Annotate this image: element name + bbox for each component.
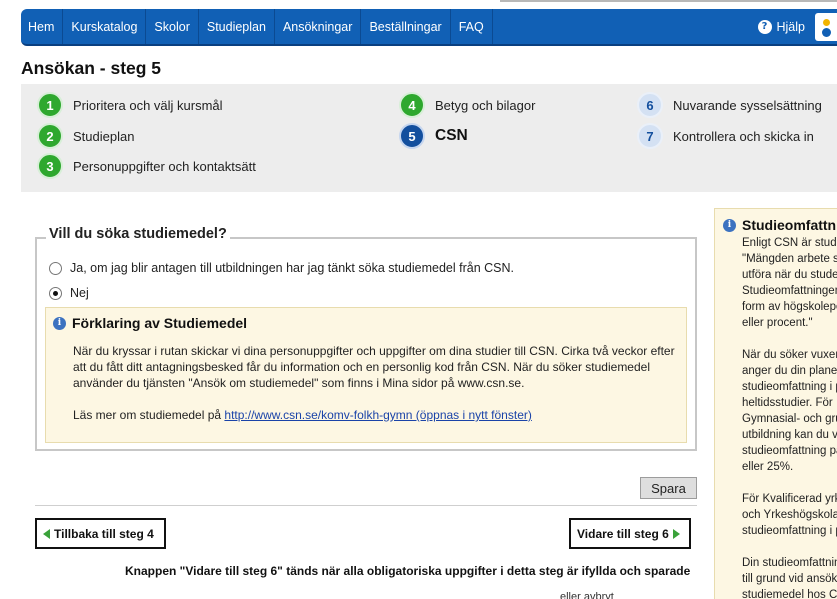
arrow-right-icon [672, 528, 680, 539]
read-more-prefix: Läs mer om studiemedel på [73, 408, 225, 422]
step-number: 6 [637, 92, 663, 118]
logo-icon [815, 13, 837, 41]
step-label: CSN [435, 127, 468, 144]
step-label: Kontrollera och skicka in [673, 128, 814, 144]
explanation-box: i Förklaring av Studiemedel När du kryss… [45, 307, 687, 443]
side-line: eller 25%. [742, 461, 794, 473]
side-line: utföra när du studerar. [742, 269, 837, 281]
back-button[interactable]: Tillbaka till steg 4 [35, 518, 166, 549]
step-6: 6 Nuvarande sysselsättning [637, 92, 822, 118]
cancel-link[interactable]: eller avbryt [560, 591, 614, 599]
side-line: studiemedel hos CSN. [742, 589, 837, 599]
top-border-line [500, 0, 837, 2]
side-line: utbildning kan du välja [742, 429, 837, 441]
fieldset-legend: Vill du söka studiemedel? [46, 226, 230, 242]
side-line: Din studieomfattning ligger [742, 557, 837, 569]
step-4: 4 Betyg och bilagor [399, 92, 535, 118]
step-number: 4 [399, 92, 425, 118]
step-number: 7 [637, 123, 663, 149]
step-indicator: 1 Prioritera och välj kursmål 2 Studiepl… [21, 84, 837, 192]
nav-applications[interactable]: Ansökningar [275, 9, 362, 44]
side-panel-text: Enligt CSN är studieomfattning "Mängden … [742, 235, 837, 599]
option-yes-label: Ja, om jag blir antagen till utbildninge… [70, 261, 515, 275]
option-no[interactable]: Nej [49, 286, 89, 300]
nav-course-catalog[interactable]: Kurskatalog [63, 9, 147, 44]
info-icon: i [723, 218, 736, 232]
side-line: till grund vid ansökan om [742, 573, 837, 585]
step-7: 7 Kontrollera och skicka in [637, 123, 814, 149]
side-line: Gymnasial- och grundläggande [742, 413, 837, 425]
arrow-left-icon [43, 528, 50, 539]
explanation-text: När du kryssar i rutan skickar vi dina p… [73, 343, 683, 391]
side-line: studieomfattning på 100%, 75%, 50% [742, 445, 837, 457]
step-3: 3 Personuppgifter och kontaktsätt [37, 153, 256, 179]
step-1: 1 Prioritera och välj kursmål [37, 92, 223, 118]
study-aid-fieldset: Vill du söka studiemedel? Ja, om jag bli… [35, 226, 697, 451]
side-line: Studieomfattningen anges i [742, 285, 837, 297]
side-line: eller procent." [742, 317, 813, 329]
step-label: Nuvarande sysselsättning [673, 97, 822, 113]
side-line: anger du din planerade [742, 365, 837, 377]
main-navigation: Hem Kurskatalog Skolor Studieplan Ansökn… [21, 9, 837, 46]
nav-home[interactable]: Hem [21, 9, 64, 44]
side-line: och Yrkeshögskola anges [742, 509, 837, 521]
option-yes[interactable]: Ja, om jag blir antagen till utbildninge… [49, 261, 514, 275]
option-no-label: Nej [70, 286, 89, 300]
step-number: 2 [37, 123, 63, 149]
explanation-title: Förklaring av Studiemedel [72, 315, 248, 331]
step-number: 5 [399, 123, 425, 149]
nav-faq[interactable]: FAQ [451, 9, 493, 44]
next-button[interactable]: Vidare till steg 6 [569, 518, 691, 549]
side-line: studieomfattning i procent av [742, 381, 837, 393]
back-button-label: Tillbaka till steg 4 [54, 526, 154, 541]
side-panel-title: Studieomfattning [742, 217, 837, 233]
save-button[interactable]: Spara [640, 477, 697, 499]
info-icon: i [53, 316, 66, 330]
side-line: form av högskolepoäng, veckor [742, 301, 837, 313]
nav-orders[interactable]: Beställningar [361, 9, 451, 44]
side-panel-header: i Studieomfattning [723, 217, 837, 233]
side-line: När du söker vuxenutbildning [742, 349, 837, 361]
side-line: studieomfattning i procent. [742, 525, 837, 537]
side-help-panel: i Studieomfattning Enligt CSN är studieo… [714, 208, 837, 599]
next-button-note: Knappen "Vidare till steg 6" tänds när a… [125, 564, 691, 578]
side-line: Enligt CSN är studieomfattning [742, 237, 837, 249]
side-line: För Kvalificerad yrkesutbildning [742, 493, 837, 505]
step-number: 3 [37, 153, 63, 179]
next-button-label: Vidare till steg 6 [577, 526, 669, 541]
explanation-line: använder du tjänsten "Ansök om studiemed… [73, 376, 525, 390]
step-5: 5 CSN [399, 123, 468, 149]
side-line: "Mängden arbete som du förväntas [742, 253, 837, 265]
page-title: Ansökan - steg 5 [21, 58, 162, 78]
help-icon: ? [757, 19, 772, 34]
csn-link[interactable]: http://www.csn.se/komv-folkh-gymn (öppna… [224, 408, 531, 422]
explanation-line: När du kryssar i rutan skickar vi dina p… [73, 344, 675, 358]
nav-study-plan[interactable]: Studieplan [199, 9, 275, 44]
radio-yes[interactable] [49, 261, 62, 275]
step-label: Personuppgifter och kontaktsätt [73, 158, 256, 174]
nav-schools[interactable]: Skolor [146, 9, 199, 44]
step-number: 1 [37, 92, 63, 118]
read-more-row: Läs mer om studiemedel på http://www.csn… [73, 408, 532, 422]
step-label: Prioritera och välj kursmål [73, 97, 223, 113]
explanation-line: att du fått ditt antagningsbesked får du… [73, 360, 650, 374]
step-label: Studieplan [73, 128, 135, 144]
side-line: heltidsstudier. För [742, 397, 833, 409]
step-label: Betyg och bilagor [435, 97, 536, 113]
explanation-header: i Förklaring av Studiemedel [53, 315, 247, 331]
help-label: Hjälp [776, 19, 806, 34]
radio-no[interactable] [49, 286, 62, 300]
divider [35, 505, 697, 506]
help-link[interactable]: ? Hjälp [757, 9, 806, 44]
step-2: 2 Studieplan [37, 123, 134, 149]
